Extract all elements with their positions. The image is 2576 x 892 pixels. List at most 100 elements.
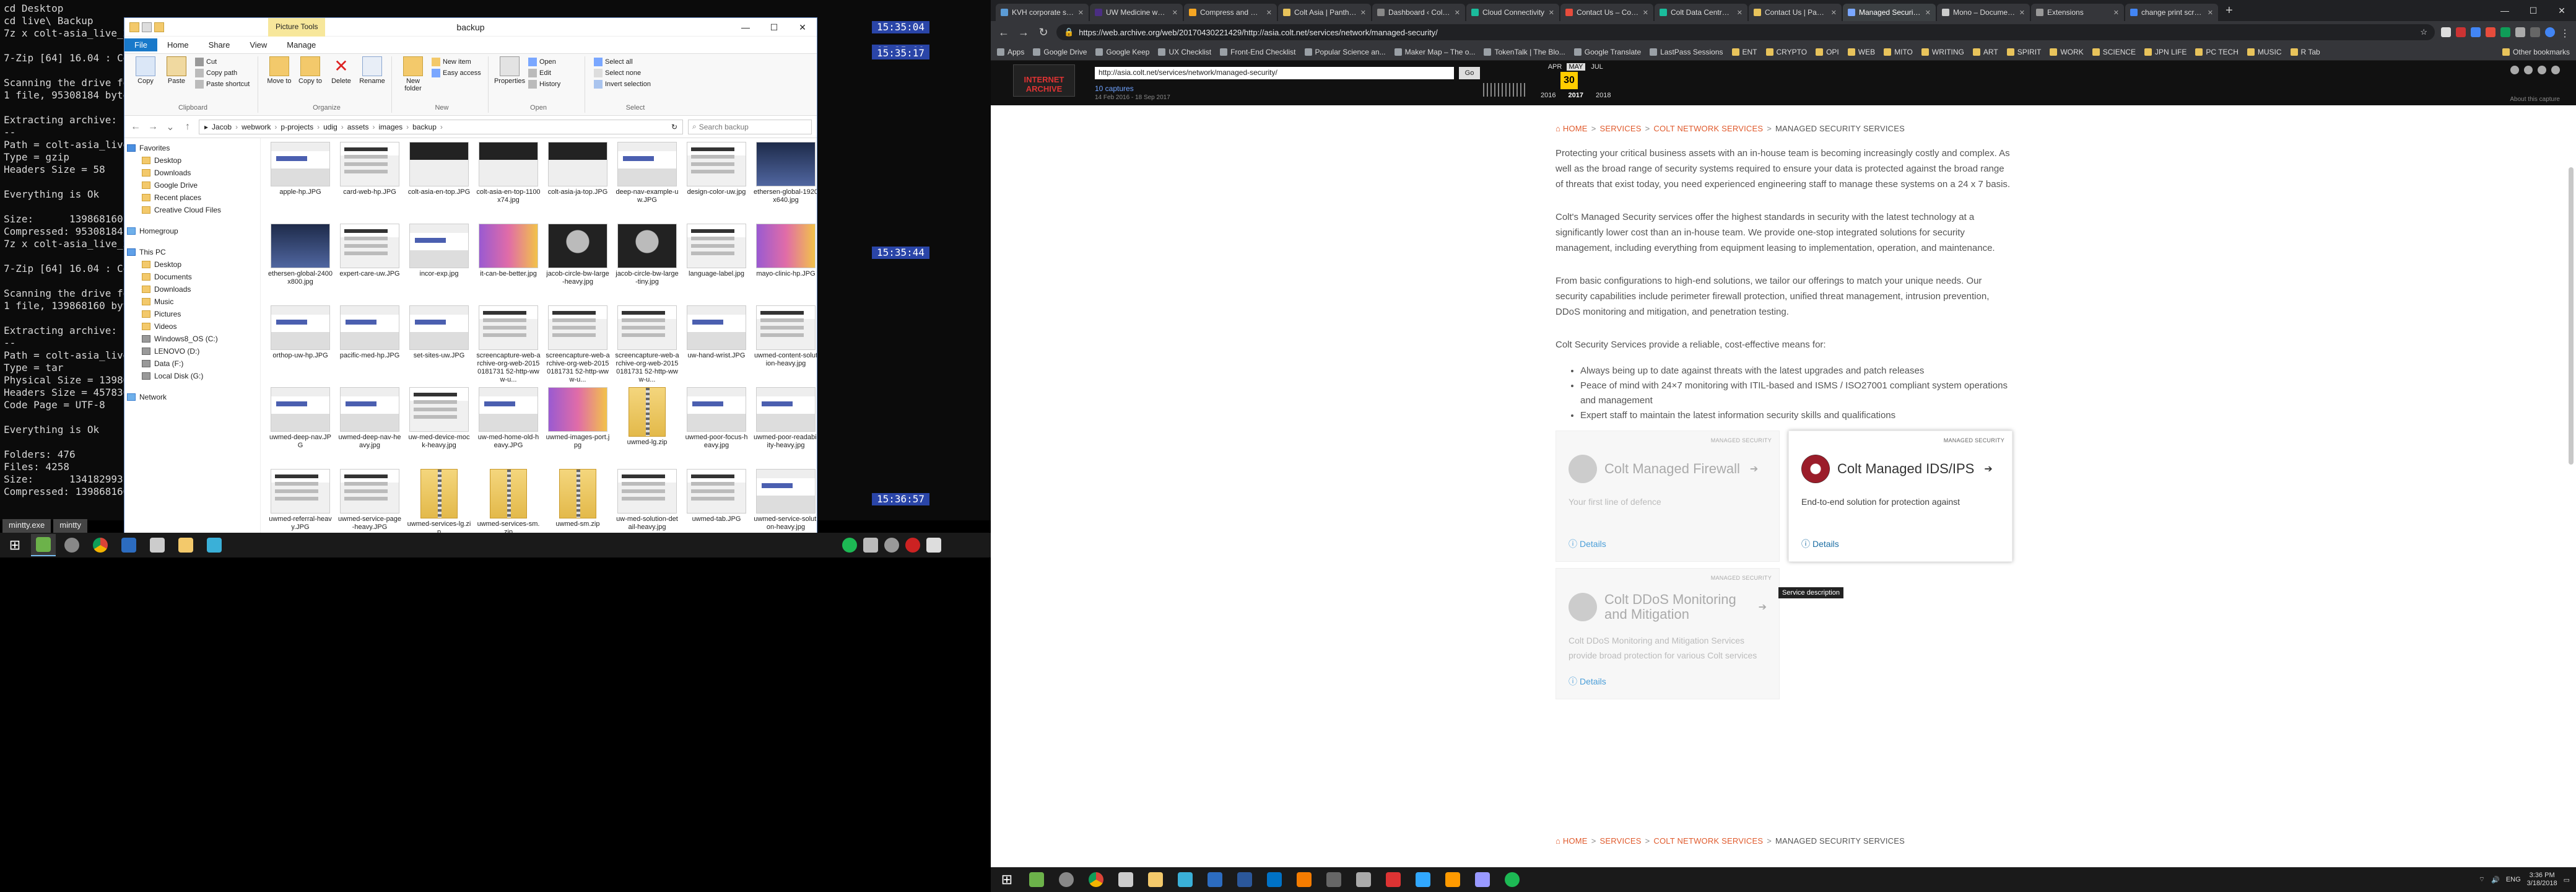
- properties-button[interactable]: Properties: [494, 56, 525, 85]
- extension-icon[interactable]: [2471, 27, 2481, 37]
- ribbon-tab[interactable]: File: [124, 38, 157, 51]
- bookmark-item[interactable]: Google Drive: [1033, 48, 1087, 56]
- volume-icon[interactable]: 🔊: [2491, 876, 2500, 884]
- details-link[interactable]: ⓘ Details: [1801, 538, 1839, 550]
- file-item[interactable]: jacob-circle-bw-large-heavy.jpg: [544, 224, 611, 303]
- bookmark-item[interactable]: MUSIC: [2247, 48, 2282, 56]
- maximize-button[interactable]: ☐: [2519, 0, 2548, 21]
- search-input[interactable]: ⌕ Search backup: [688, 119, 812, 134]
- wayback-go-button[interactable]: Go: [1459, 67, 1480, 79]
- home-icon[interactable]: ⌂: [1556, 836, 1563, 846]
- nav-item-quick-access[interactable]: Recent places: [127, 191, 258, 204]
- breadcrumb-home[interactable]: HOME: [1563, 124, 1588, 133]
- paste-button[interactable]: Paste: [164, 56, 189, 85]
- file-item[interactable]: card-web-hp.JPG: [336, 142, 403, 221]
- taskbar-app[interactable]: [1024, 868, 1049, 891]
- captures-link[interactable]: 10 captures: [1095, 84, 1134, 93]
- nav-item-pc[interactable]: Music: [127, 295, 258, 308]
- nav-item-homegroup[interactable]: Homegroup: [127, 225, 258, 237]
- service-card[interactable]: MANAGED SECURITY Colt Managed IDS/IPS ➔ End…: [1788, 431, 2012, 562]
- select-all-button[interactable]: Select all: [594, 58, 651, 66]
- bookmark-item[interactable]: TokenTalk | The Blo...: [1484, 48, 1565, 56]
- card-title[interactable]: Colt Managed IDS/IPS: [1837, 461, 1974, 476]
- taskbar-app-chrome[interactable]: [1084, 868, 1108, 891]
- breadcrumb-segment[interactable]: webwork: [242, 123, 271, 131]
- wayback-url-input[interactable]: http://asia.colt.net/services/network/ma…: [1095, 67, 1454, 79]
- service-card[interactable]: MANAGED SECURITY Colt Managed Firewall ➔ Yo…: [1556, 431, 1780, 562]
- nav-item-this-pc[interactable]: This PC: [127, 246, 258, 258]
- copy-path-button[interactable]: Copy path: [195, 69, 250, 77]
- file-item[interactable]: uwmed-deep-nav-heavy.jpg: [336, 387, 403, 466]
- bookmark-item[interactable]: Maker Map – The o...: [1394, 48, 1475, 56]
- page-scrollbar[interactable]: [2569, 167, 2574, 465]
- file-explorer-window[interactable]: Picture Tools backup — ☐ ✕ File Home Share…: [124, 17, 817, 558]
- close-tab-icon[interactable]: ✕: [1549, 9, 1554, 17]
- copy-to-button[interactable]: Copy to: [298, 56, 323, 85]
- explorer-titlebar[interactable]: Picture Tools backup — ☐ ✕: [124, 18, 817, 37]
- taskbar-app-app[interactable]: [202, 534, 227, 556]
- file-item[interactable]: ethersen-global-1920x640.jpg: [752, 142, 817, 221]
- file-item[interactable]: uw-hand-wrist.JPG: [683, 305, 750, 385]
- share-icon[interactable]: [2538, 66, 2546, 74]
- browser-tab[interactable]: KVH corporate site u ✕: [996, 4, 1089, 21]
- file-item[interactable]: uwmed-poor-readability-heavy.jpg: [752, 387, 817, 466]
- file-item[interactable]: uw-med-device-mock-heavy.jpg: [406, 387, 472, 466]
- history-button[interactable]: History: [528, 80, 560, 89]
- taskbar-app-edge[interactable]: [116, 534, 141, 556]
- browser-tab[interactable]: Dashboard ‹ Colt in ✕: [1372, 4, 1465, 21]
- terminal-tab[interactable]: mintty: [53, 519, 87, 533]
- bookmark-item[interactable]: ENT: [1731, 48, 1757, 56]
- menu-icon[interactable]: ⋮: [2560, 27, 2570, 39]
- bookmark-item[interactable]: Apps: [997, 48, 1024, 56]
- spotify-icon[interactable]: [842, 538, 857, 553]
- file-item[interactable]: jacob-circle-bw-large-tiny.jpg: [614, 224, 681, 303]
- bookmark-item[interactable]: Google Translate: [1573, 48, 1641, 56]
- file-item[interactable]: uwmed-lg.zip: [614, 387, 681, 466]
- browser-tab[interactable]: UW Medicine website ✕: [1090, 4, 1183, 21]
- bookmark-item[interactable]: CRYPTO: [1765, 48, 1807, 56]
- twitter-icon[interactable]: [2551, 66, 2560, 74]
- paste-shortcut-button[interactable]: Paste shortcut: [195, 80, 250, 89]
- app-icon[interactable]: [926, 538, 941, 553]
- windows-start-icon[interactable]: ⊞: [2, 534, 27, 556]
- forward-arrow-icon[interactable]: →: [1017, 26, 1030, 39]
- file-item[interactable]: uwmed-images-port.jpg: [544, 387, 611, 466]
- taskbar-app-explorer[interactable]: [173, 534, 198, 556]
- windows-start-icon[interactable]: ⊞: [994, 868, 1019, 891]
- taskbar-app[interactable]: [1381, 868, 1406, 891]
- file-item[interactable]: orthop-uw-hp.JPG: [267, 305, 334, 385]
- app-icon[interactable]: [905, 538, 920, 553]
- extension-icon[interactable]: [2515, 27, 2525, 37]
- bookmark-item[interactable]: ART: [1972, 48, 1998, 56]
- close-button[interactable]: ✕: [788, 18, 817, 37]
- edit-button[interactable]: Edit: [528, 69, 560, 77]
- address-bar[interactable]: ▸ Jacob › webwork › p-projects › udig › assets › im…: [199, 119, 683, 134]
- open-button[interactable]: Open: [528, 58, 560, 66]
- taskbar-app[interactable]: [1054, 868, 1079, 891]
- nav-item-pc[interactable]: Documents: [127, 271, 258, 283]
- file-item[interactable]: apple-hp.JPG: [267, 142, 334, 221]
- nav-item-network[interactable]: Network: [127, 391, 258, 403]
- bookmark-item[interactable]: PC TECH: [2195, 48, 2239, 56]
- extension-icon[interactable]: [2441, 27, 2451, 37]
- reload-icon[interactable]: ↻: [1037, 26, 1050, 39]
- close-tab-icon[interactable]: ✕: [1455, 9, 1460, 17]
- nav-item-quick-access[interactable]: Desktop: [127, 154, 258, 167]
- file-item[interactable]: screencapture-web-archive-org-web-201501…: [614, 305, 681, 385]
- close-tab-icon[interactable]: ✕: [2113, 9, 2119, 17]
- year-next[interactable]: 2018: [1596, 92, 1611, 99]
- minimize-button[interactable]: —: [731, 18, 760, 37]
- breadcrumb-segment[interactable]: images: [378, 123, 402, 131]
- bookmark-item[interactable]: OPI: [1816, 48, 1839, 56]
- nav-item-pc[interactable]: Pictures: [127, 308, 258, 320]
- move-to-button[interactable]: Move to: [267, 56, 292, 85]
- close-icon[interactable]: [2524, 66, 2533, 74]
- file-item[interactable]: ethersen-global-2400x800.jpg: [267, 224, 334, 303]
- file-item[interactable]: pacific-med-hp.JPG: [336, 305, 403, 385]
- browser-tab[interactable]: change print screen ✕: [2125, 4, 2218, 21]
- breadcrumb-services[interactable]: SERVICES: [1599, 836, 1641, 846]
- maximize-button[interactable]: ☐: [760, 18, 788, 37]
- cut-button[interactable]: Cut: [195, 58, 250, 66]
- notifications-icon[interactable]: ▭: [2564, 876, 2570, 884]
- rename-button[interactable]: Rename: [359, 56, 385, 85]
